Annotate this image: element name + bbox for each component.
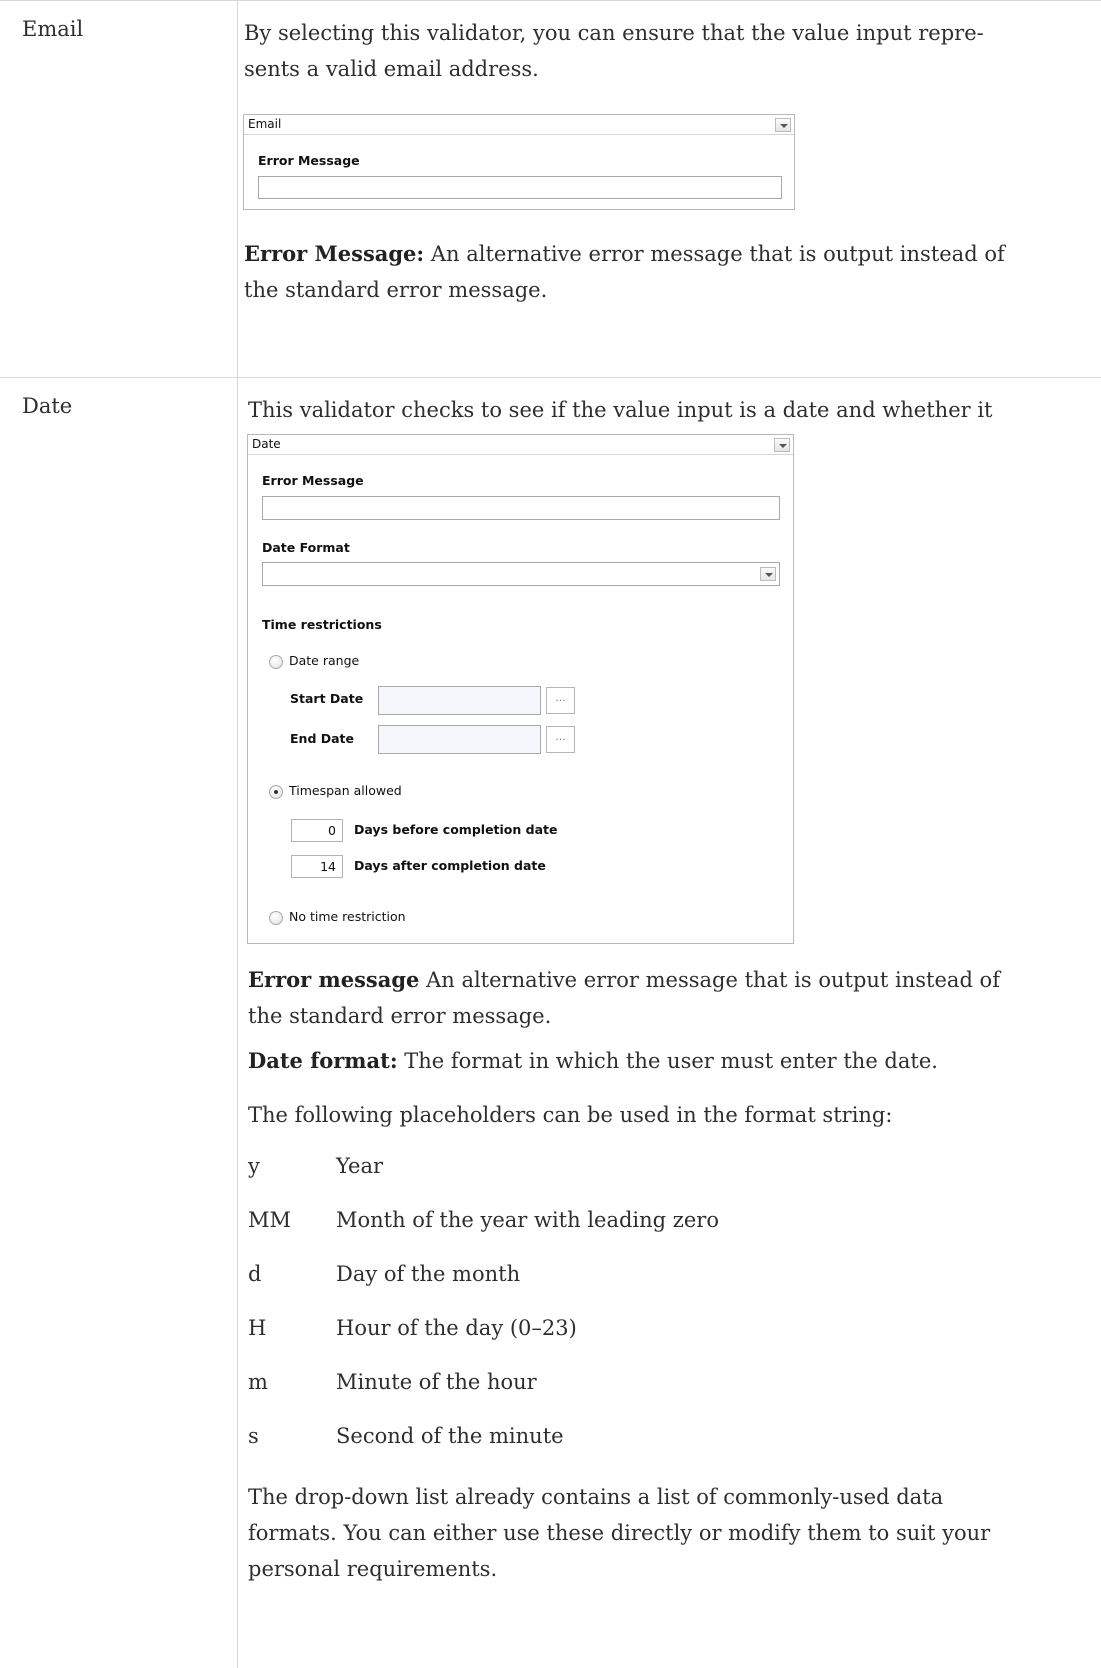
- no-time-restriction-radio[interactable]: [269, 911, 283, 925]
- date-error-note-line2: the standard error message.: [248, 1004, 552, 1028]
- days-before-label: Days before completion date: [354, 822, 558, 837]
- end-date-input[interactable]: [378, 725, 541, 754]
- validator-table: Email By selecting this validator, you c…: [0, 0, 1101, 1668]
- placeholder-key: d: [248, 1262, 262, 1286]
- days-before-input[interactable]: 0: [291, 819, 343, 842]
- email-note-term: Error Message:: [244, 241, 425, 266]
- error-message-label: Error Message: [262, 473, 364, 488]
- date-error-note-text: An alternative error message that is out…: [419, 968, 1000, 992]
- error-message-label: Error Message: [258, 153, 360, 168]
- error-message-input[interactable]: [258, 176, 782, 199]
- term-email: Email: [22, 17, 84, 41]
- column-divider: [237, 0, 238, 1668]
- date-format-select[interactable]: [262, 562, 780, 586]
- placeholder-key: s: [248, 1424, 259, 1448]
- placeholder-key: H: [248, 1316, 267, 1340]
- timespan-allowed-radio[interactable]: [269, 785, 283, 799]
- placeholder-key: y: [248, 1154, 260, 1178]
- date-intro-line1: This validator checks to see if the valu…: [248, 398, 993, 422]
- email-note-line2: the standard error message.: [244, 278, 548, 302]
- date-format-note-text: The format in which the user must enter …: [397, 1049, 938, 1073]
- no-time-restriction-label: No time restriction: [289, 909, 406, 924]
- email-validator-panel: Email Error Message: [243, 114, 795, 210]
- email-note-text: An alternative error message that is out…: [424, 242, 1005, 266]
- placeholder-desc: Minute of the hour: [336, 1370, 537, 1394]
- date-format-label: Date Format: [262, 540, 350, 555]
- email-intro: By selecting this validator, you can ens…: [244, 15, 984, 87]
- table-border-top: [0, 0, 1101, 1]
- validator-dropdown-value: Date: [252, 437, 281, 451]
- start-date-label: Start Date: [290, 691, 364, 706]
- end-date-label: End Date: [290, 731, 355, 746]
- date-range-radio[interactable]: [269, 655, 283, 669]
- date-closing-line2: formats. You can either use these direct…: [248, 1521, 991, 1545]
- placeholder-desc: Hour of the day (0–23): [336, 1316, 577, 1340]
- date-closing-note: The drop-down list already contains a li…: [248, 1479, 990, 1587]
- term-date: Date: [22, 394, 73, 418]
- validator-dropdown[interactable]: Date: [248, 435, 793, 455]
- timespan-allowed-label: Timespan allowed: [289, 783, 402, 798]
- date-format-note: Date format: The format in which the use…: [248, 1043, 938, 1079]
- end-date-picker-button[interactable]: ...: [546, 726, 575, 753]
- date-closing-line1: The drop-down list already contains a li…: [248, 1485, 944, 1509]
- start-date-input[interactable]: [378, 686, 541, 715]
- date-closing-line3: personal requirements.: [248, 1557, 498, 1581]
- date-validator-panel: Date Error Message Date Format Time rest…: [247, 434, 794, 944]
- email-intro-line2: sents a valid email address.: [244, 57, 539, 81]
- placeholder-key: MM: [248, 1208, 292, 1232]
- chevron-down-icon[interactable]: [774, 438, 790, 452]
- placeholder-key: m: [248, 1370, 268, 1394]
- days-after-input[interactable]: 14: [291, 855, 343, 878]
- date-error-note-term: Error message: [248, 967, 420, 992]
- placeholders-intro: The following placeholders can be used i…: [248, 1103, 893, 1127]
- date-format-note-term: Date format:: [248, 1048, 398, 1073]
- placeholder-desc: Second of the minute: [336, 1424, 564, 1448]
- placeholder-desc: Year: [336, 1154, 384, 1178]
- validator-dropdown[interactable]: Email: [244, 115, 794, 135]
- placeholder-desc: Day of the month: [336, 1262, 521, 1286]
- start-date-picker-button[interactable]: ...: [546, 687, 575, 714]
- email-intro-line1: By selecting this validator, you can ens…: [244, 21, 984, 45]
- date-error-note: Error message An alternative error messa…: [248, 962, 1000, 1034]
- validator-dropdown-value: Email: [248, 117, 282, 131]
- chevron-down-icon[interactable]: [775, 118, 791, 132]
- row-divider: [0, 377, 1101, 378]
- placeholder-desc: Month of the year with leading zero: [336, 1208, 719, 1232]
- email-note: Error Message: An alternative error mess…: [244, 236, 1005, 308]
- time-restrictions-label: Time restrictions: [262, 617, 382, 632]
- date-range-label: Date range: [289, 653, 360, 668]
- days-after-label: Days after completion date: [354, 858, 546, 873]
- error-message-input[interactable]: [262, 496, 780, 520]
- chevron-down-icon[interactable]: [760, 567, 776, 581]
